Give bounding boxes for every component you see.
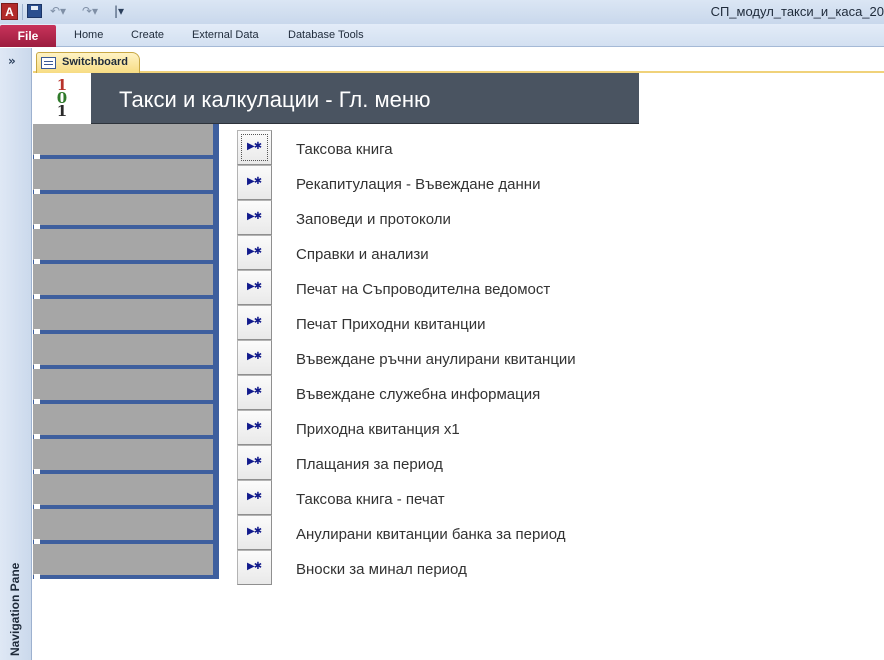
switchboard-item-button[interactable]: ▶✱ <box>237 130 272 165</box>
tab-create[interactable]: Create <box>131 29 164 41</box>
run-item-icon: ▶✱ <box>247 351 262 362</box>
left-panel-row <box>33 229 219 264</box>
run-item-icon: ▶✱ <box>247 386 262 397</box>
ribbon-tab-bar: File Home Create External Data Database … <box>0 24 884 47</box>
switchboard-item-button[interactable]: ▶✱ <box>237 445 272 480</box>
switchboard-left-panel <box>33 124 219 586</box>
switchboard-item-button[interactable]: ▶✱ <box>237 410 272 445</box>
save-icon[interactable] <box>27 4 42 18</box>
run-item-icon: ▶✱ <box>247 491 262 502</box>
switchboard-item-button[interactable]: ▶✱ <box>237 305 272 340</box>
document-tab-strip: Switchboard <box>33 48 884 73</box>
access-app-icon[interactable]: A <box>1 3 18 20</box>
run-item-icon: ▶✱ <box>247 141 262 152</box>
run-item-icon: ▶✱ <box>247 561 262 572</box>
redo-icon[interactable]: ↷▾ <box>82 3 98 20</box>
switchboard-item-label[interactable]: Таксова книга <box>296 141 393 158</box>
switchboard-item-button[interactable]: ▶✱ <box>237 550 272 585</box>
customize-toolbar-icon[interactable]: |▾ <box>114 3 124 20</box>
switchboard-item-label[interactable]: Печат на Съпроводителна ведомост <box>296 281 550 298</box>
left-panel-row <box>33 334 219 369</box>
title-bar: A ↶▾ ↷▾ |▾ СП_модул_такси_и_каса_20 <box>0 0 884 24</box>
toolbar-separator <box>22 4 23 20</box>
run-item-icon: ▶✱ <box>247 526 262 537</box>
run-item-icon: ▶✱ <box>247 456 262 467</box>
left-panel-row <box>33 194 219 229</box>
switchboard-item-button[interactable]: ▶✱ <box>237 165 272 200</box>
form-header: Такси и калкулации - Гл. меню <box>91 73 639 124</box>
switchboard-item-label[interactable]: Рекапитулация - Въвеждане данни <box>296 176 540 193</box>
left-panel-row <box>33 439 219 474</box>
left-panel-row <box>33 544 219 579</box>
page-title: Такси и калкулации - Гл. меню <box>119 87 431 112</box>
switchboard-item-label[interactable]: Таксова книга - печат <box>296 491 445 508</box>
expand-nav-pane-icon[interactable]: » <box>8 54 16 68</box>
switchboard-item-label[interactable]: Заповеди и протоколи <box>296 211 451 228</box>
switchboard-item-button[interactable]: ▶✱ <box>237 340 272 375</box>
run-item-icon: ▶✱ <box>247 211 262 222</box>
navigation-pane-label[interactable]: Navigation Pane <box>8 563 22 656</box>
left-panel-row <box>33 404 219 439</box>
switchboard-item-button[interactable]: ▶✱ <box>237 480 272 515</box>
form-icon <box>41 57 56 69</box>
switchboard-item-label[interactable]: Анулирани квитанции банка за период <box>296 526 565 543</box>
switchboard-item-button[interactable]: ▶✱ <box>237 270 272 305</box>
left-panel-row <box>33 124 219 159</box>
switchboard-item-button[interactable]: ▶✱ <box>237 235 272 270</box>
switchboard-item-label[interactable]: Въвеждане служебна информация <box>296 386 540 403</box>
doc-tab-label: Switchboard <box>62 56 129 68</box>
switchboard-item-label[interactable]: Плащания за период <box>296 456 443 473</box>
run-item-icon: ▶✱ <box>247 176 262 187</box>
switchboard-item-label[interactable]: Приходна квитанция х1 <box>296 421 460 438</box>
left-panel-row <box>33 509 219 544</box>
tab-external-data[interactable]: External Data <box>192 29 259 41</box>
run-item-icon: ▶✱ <box>247 246 262 257</box>
left-panel-row <box>33 474 219 509</box>
run-item-icon: ▶✱ <box>247 281 262 292</box>
tab-switchboard[interactable]: Switchboard <box>36 52 140 73</box>
binary-logo-icon: 1 0 1 <box>56 76 68 120</box>
tab-database-tools[interactable]: Database Tools <box>288 29 364 41</box>
switchboard-item-button[interactable]: ▶✱ <box>237 375 272 410</box>
left-panel-row <box>33 369 219 404</box>
switchboard-item-label[interactable]: Вноски за минал период <box>296 561 467 578</box>
switchboard-item-label[interactable]: Печат Приходни квитанции <box>296 316 486 333</box>
switchboard-item-label[interactable]: Справки и анализи <box>296 246 429 263</box>
file-tab[interactable]: File <box>0 25 56 47</box>
undo-icon[interactable]: ↶▾ <box>50 3 66 20</box>
run-item-icon: ▶✱ <box>247 316 262 327</box>
window-title: СП_модул_такси_и_каса_20 <box>710 4 884 19</box>
switchboard-item-label[interactable]: Въвеждане ръчни анулирани квитанции <box>296 351 576 368</box>
tab-home[interactable]: Home <box>74 29 103 41</box>
left-panel-row <box>33 264 219 299</box>
navigation-pane[interactable]: » Navigation Pane <box>0 48 32 660</box>
switchboard-item-button[interactable]: ▶✱ <box>237 515 272 550</box>
form-logo: 1 0 1 <box>33 73 91 124</box>
run-item-icon: ▶✱ <box>247 421 262 432</box>
left-panel-row <box>33 299 219 334</box>
left-panel-row <box>33 159 219 194</box>
switchboard-item-button[interactable]: ▶✱ <box>237 200 272 235</box>
